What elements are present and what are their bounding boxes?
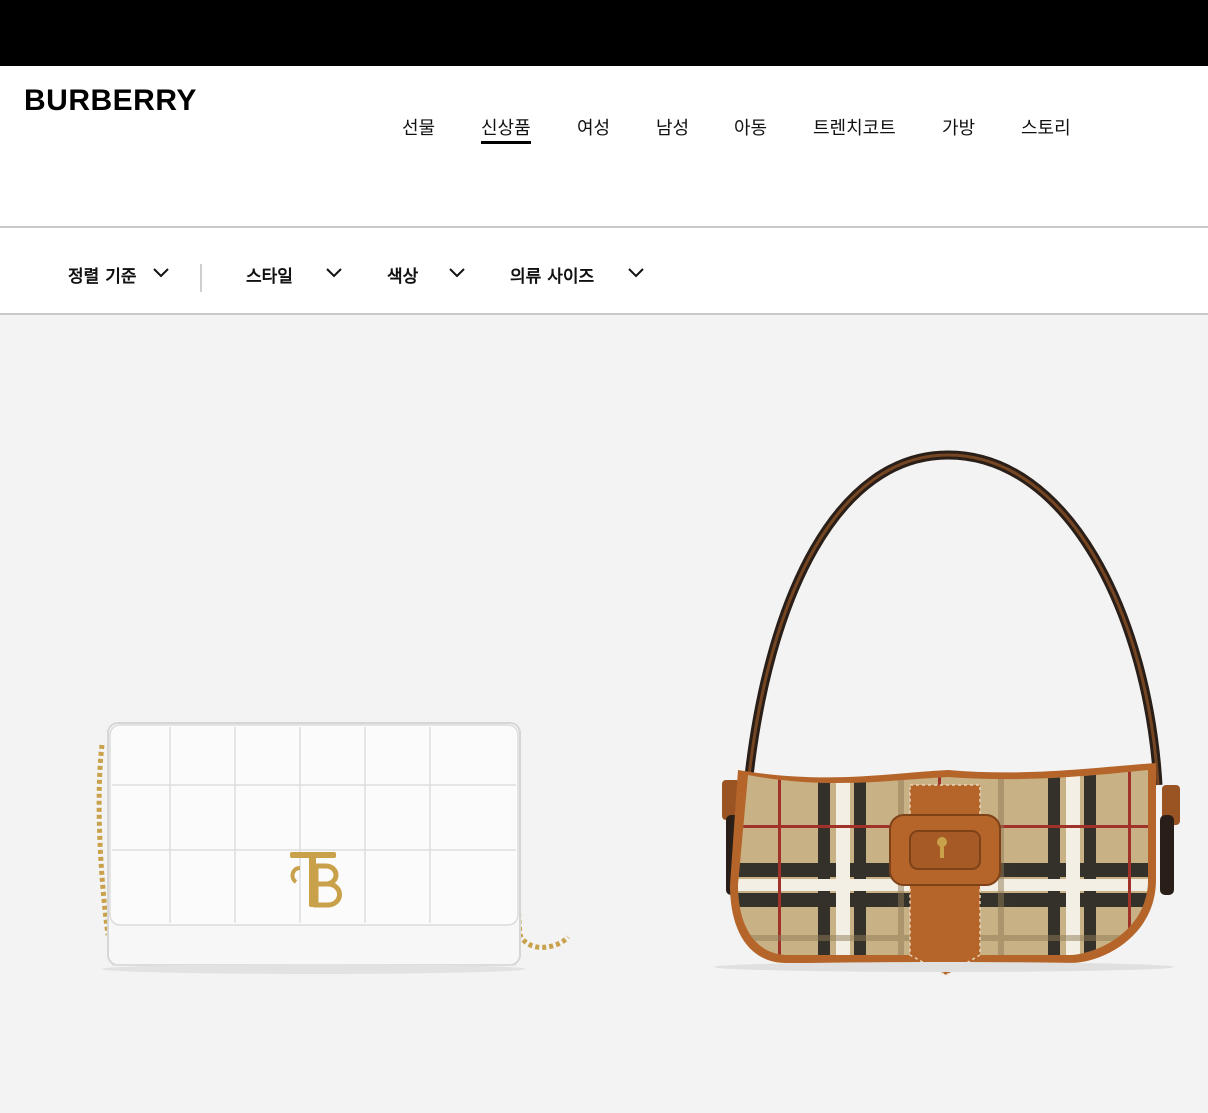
size-filter-dropdown[interactable]: 의류 사이즈	[510, 262, 594, 287]
chevron-down-icon[interactable]	[152, 267, 170, 279]
nav-item-bags[interactable]: 가방	[942, 114, 975, 140]
brand-logo[interactable]: BURBERRY	[24, 84, 197, 118]
color-filter-dropdown[interactable]: 색상	[387, 262, 418, 287]
style-filter-dropdown[interactable]: 스타일	[246, 262, 293, 287]
nav-item-stories[interactable]: 스토리	[1021, 114, 1071, 140]
product-card-1[interactable]	[0, 315, 628, 1113]
filter-separator	[200, 264, 202, 292]
product-card-2[interactable]	[628, 315, 1208, 1113]
filter-bar: 정렬 기준 스타일 색상 의류 사이즈	[0, 228, 1208, 313]
nav-item-children[interactable]: 아동	[734, 114, 767, 140]
product-grid	[0, 315, 1208, 1113]
nav-item-gifts[interactable]: 선물	[402, 114, 435, 140]
nav-item-new-in[interactable]: 신상품	[481, 114, 531, 144]
sort-dropdown[interactable]: 정렬 기준	[68, 262, 136, 287]
chevron-down-icon[interactable]	[627, 267, 645, 279]
main-nav: 선물 신상품 여성 남성 아동 트렌치코트 가방 스토리	[0, 114, 1208, 154]
chevron-down-icon[interactable]	[325, 267, 343, 279]
top-black-bar	[0, 0, 1208, 66]
product-image-white-bag[interactable]	[0, 315, 628, 1113]
nav-item-women[interactable]: 여성	[577, 114, 610, 140]
site-header: BURBERRY 선물 신상품 여성 남성 아동 트렌치코트 가방 스토리	[0, 66, 1208, 226]
chevron-down-icon[interactable]	[448, 267, 466, 279]
nav-item-men[interactable]: 남성	[656, 114, 689, 140]
nav-item-trench-coats[interactable]: 트렌치코트	[813, 114, 896, 140]
product-image-check-bag[interactable]	[628, 315, 1208, 1113]
